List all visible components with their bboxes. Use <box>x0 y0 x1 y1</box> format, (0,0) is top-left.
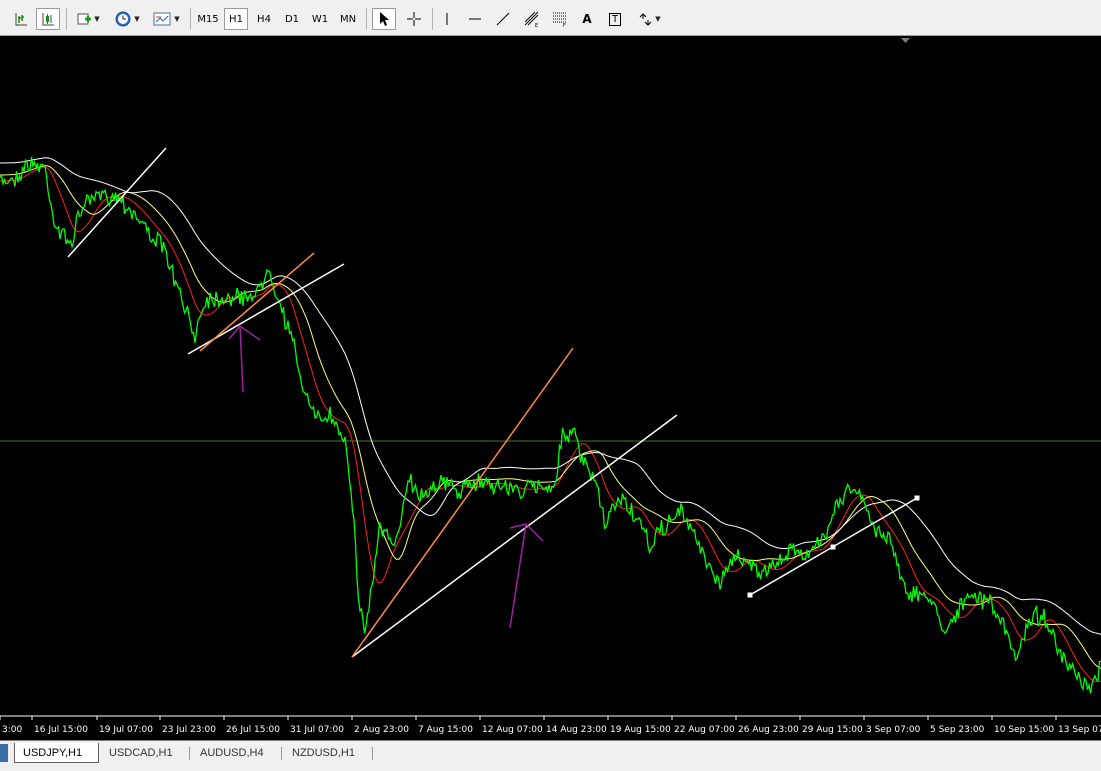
template-icon <box>153 12 171 26</box>
tf-mn[interactable]: MN <box>336 8 360 30</box>
chart-toolbar: ▼ ▼ ▼ M15 H1 H4 D1 W1 MN E F A T ▼ <box>0 0 1101 36</box>
shift-marker-icon[interactable] <box>901 38 910 43</box>
cursor-arrow-icon <box>380 12 389 26</box>
candlestick-icon <box>42 13 54 26</box>
templates-button[interactable]: ▼ <box>148 8 184 30</box>
x-tick-label: 14 Aug 23:00 <box>546 725 607 735</box>
chart-tabs: USDJPY,H1 USDCAD,H1 AUDUSD,H4 NZDUSD,H1 <box>0 740 1101 771</box>
svg-text:E: E <box>535 23 538 28</box>
x-tick-label: 26 Jul 15:00 <box>226 725 280 735</box>
chevron-down-icon: ▼ <box>174 15 180 23</box>
x-tick-label: 3:00 <box>2 725 22 735</box>
chevron-down-icon: ▼ <box>134 15 140 23</box>
fibonacci-tool[interactable]: F <box>548 8 572 30</box>
cursor-tool[interactable] <box>372 8 396 30</box>
x-tick-label: 31 Jul 07:00 <box>290 725 344 735</box>
vertical-line-icon <box>446 13 448 25</box>
tab-audusd[interactable]: AUDUSD,H4 <box>192 744 278 762</box>
trendline-handle[interactable] <box>830 544 836 550</box>
tf-label: H1 <box>229 13 243 25</box>
trendline-orange[interactable] <box>351 347 574 658</box>
text-icon: A <box>582 12 592 26</box>
tab-usdcad[interactable]: USDCAD,H1 <box>101 744 187 762</box>
arrow-shaft[interactable] <box>509 523 527 629</box>
x-tick-label: 16 Jul 15:00 <box>34 725 88 735</box>
tf-label: MN <box>339 13 357 25</box>
trendline-handle[interactable] <box>914 495 920 501</box>
tf-h1[interactable]: H1 <box>224 8 248 30</box>
bar-chart-button[interactable] <box>10 8 32 30</box>
svg-text:F: F <box>563 23 566 28</box>
tf-label: D1 <box>284 13 300 25</box>
ma-slow-line <box>0 157 1101 635</box>
trendline[interactable] <box>67 147 167 258</box>
price-chart[interactable]: 3:00 16 Jul 15:00 19 Jul 07:00 23 Jul 23:00… <box>0 36 1101 740</box>
periodicity-button[interactable]: ▼ <box>110 8 144 30</box>
clock-icon <box>115 11 131 27</box>
crosshair-tool[interactable] <box>402 8 426 30</box>
tf-label: M15 <box>197 13 219 25</box>
trendline-orange[interactable] <box>199 252 315 352</box>
tf-w1[interactable]: W1 <box>308 8 332 30</box>
trendline[interactable] <box>351 414 678 658</box>
tab-scroll-left[interactable] <box>0 744 8 762</box>
x-tick-label: 2 Aug 23:00 <box>354 725 409 735</box>
tf-label: H4 <box>257 13 271 25</box>
arrow-shaft[interactable] <box>239 325 244 393</box>
text-tool[interactable]: A <box>576 8 598 30</box>
tab-usdjpy[interactable]: USDJPY,H1 <box>14 743 99 763</box>
ma-mid-line <box>0 164 1101 669</box>
chevron-down-icon: ▼ <box>94 15 100 23</box>
text-label-icon: T <box>608 12 622 26</box>
chart-canvas: 3:00 16 Jul 15:00 19 Jul 07:00 23 Jul 23:00… <box>0 38 1101 735</box>
x-tick-label: 29 Aug 15:00 <box>802 725 863 735</box>
tab-label: USDCAD,H1 <box>109 747 173 759</box>
tf-h4[interactable]: H4 <box>252 8 276 30</box>
equidistant-channel-tool[interactable]: E <box>520 8 544 30</box>
trendline-tool[interactable] <box>492 8 514 30</box>
x-tick-label: 26 Aug 23:00 <box>738 725 799 735</box>
x-tick-label: 3 Sep 07:00 <box>866 725 921 735</box>
x-tick-label: 7 Aug 15:00 <box>418 725 473 735</box>
trendline-handle[interactable] <box>747 592 753 598</box>
trendline-icon <box>496 12 510 26</box>
channel-icon: E <box>524 11 539 28</box>
tab-label: USDJPY,H1 <box>23 746 83 759</box>
arrow-head[interactable] <box>509 523 527 529</box>
tf-m15[interactable]: M15 <box>196 8 220 30</box>
horizontal-line-tool[interactable] <box>464 8 486 30</box>
vertical-line-tool[interactable] <box>436 8 458 30</box>
bar-chart-icon <box>15 13 27 26</box>
horizontal-line-icon <box>469 18 481 20</box>
tab-nzdusd[interactable]: NZDUSD,H1 <box>284 744 370 762</box>
add-chart-icon <box>77 13 92 25</box>
x-tick-label: 12 Aug 07:00 <box>482 725 543 735</box>
x-tick-label: 5 Sep 23:00 <box>930 725 985 735</box>
new-chart-button[interactable]: ▼ <box>72 8 104 30</box>
chevron-down-icon: ▼ <box>655 15 661 23</box>
crosshair-icon <box>407 12 421 26</box>
arrows-tool[interactable]: ▼ <box>632 8 666 30</box>
x-tick-label: 10 Sep 15:00 <box>994 725 1054 735</box>
tab-label: AUDUSD,H4 <box>200 747 264 759</box>
text-label-tool[interactable]: T <box>604 8 626 30</box>
x-tick-label: 23 Jul 23:00 <box>162 725 216 735</box>
x-tick-label: 13 Sep 07:00 <box>1058 725 1101 735</box>
x-tick-label: 22 Aug 07:00 <box>674 725 735 735</box>
candle-chart-button[interactable] <box>36 8 60 30</box>
tf-d1[interactable]: D1 <box>280 8 304 30</box>
x-tick-label: 19 Aug 15:00 <box>610 725 671 735</box>
x-tick-label: 19 Jul 07:00 <box>99 725 153 735</box>
arrow-head[interactable] <box>525 523 544 542</box>
tab-label: NZDUSD,H1 <box>292 747 355 759</box>
arrow-head[interactable] <box>239 325 261 341</box>
fibonacci-icon: F <box>553 12 566 28</box>
tf-label: W1 <box>311 13 329 25</box>
arrows-icon <box>639 13 652 26</box>
